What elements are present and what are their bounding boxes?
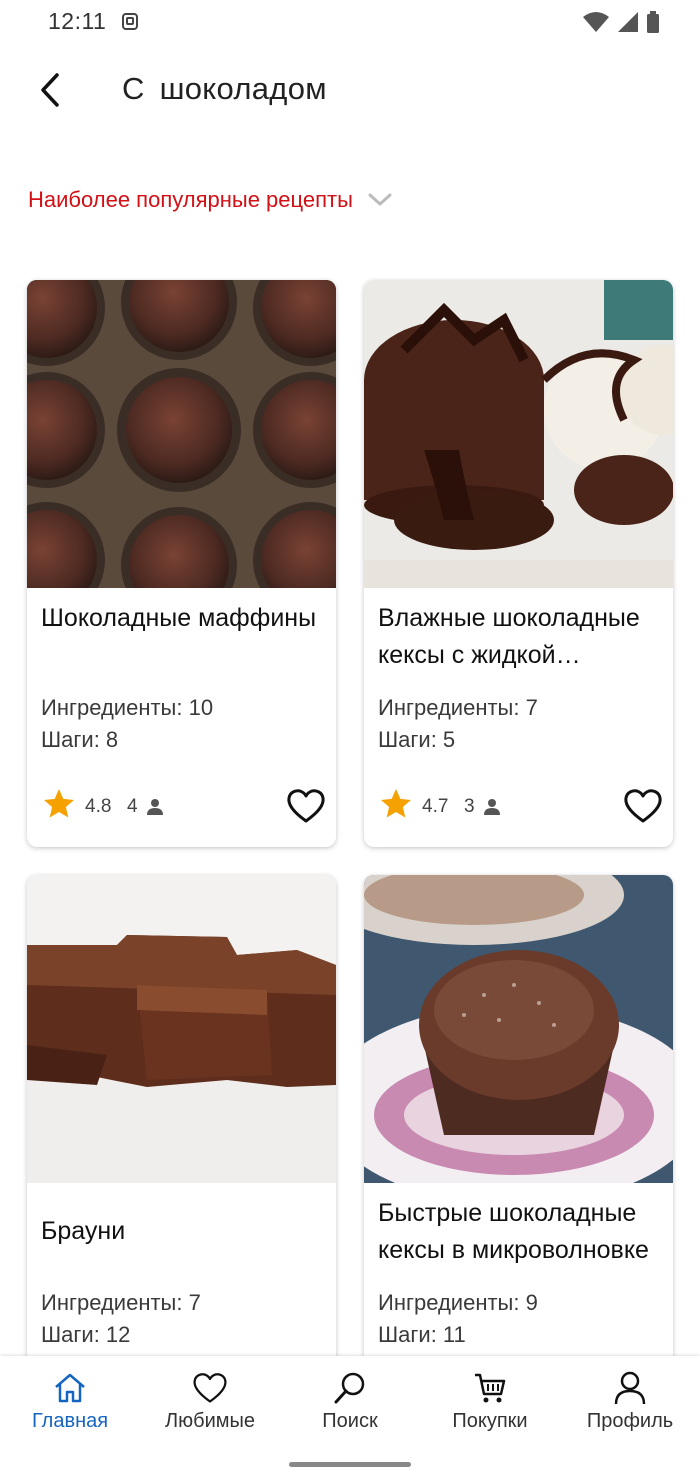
- recipe-steps: Шаги: 11: [378, 1322, 466, 1347]
- search-icon: [334, 1372, 365, 1404]
- rating-row: 4.8 4: [41, 786, 326, 826]
- sim-icon: [122, 13, 138, 30]
- recipe-title: Брауни: [41, 1217, 126, 1245]
- nav-item-favorites[interactable]: Любимые: [140, 1370, 280, 1444]
- recipe-photo: [364, 280, 673, 588]
- star-icon: [381, 789, 411, 818]
- recipe-steps: Шаги: 5: [378, 727, 456, 752]
- nav-item-profile[interactable]: Профиль: [560, 1370, 700, 1444]
- recipe-card[interactable]: Шоколадные маффины Ингредиенты: 10 Шаги:…: [27, 280, 336, 847]
- recipe-title: Быстрые шоколадные кексы в микроволновке: [378, 1199, 649, 1264]
- recipe-ingredients: Ингредиенты: 7: [378, 695, 538, 720]
- recipe-photo: [27, 280, 336, 588]
- profile-icon: [614, 1371, 646, 1405]
- recipe-title: Влажные шоколадные кексы с жидкой начинк…: [378, 604, 640, 669]
- recipe-card[interactable]: Брауни Ингредиенты: 7 Шаги: 12: [27, 875, 336, 1395]
- recipe-ingredients: Ингредиенты: 7: [41, 1290, 201, 1315]
- recipe-photo: [364, 875, 673, 1183]
- recipe-steps: Шаги: 8: [41, 727, 119, 752]
- app-bar: С шоколадом: [0, 44, 700, 134]
- back-button[interactable]: [26, 66, 74, 114]
- home-icon: [55, 1373, 85, 1403]
- status-indicators: [582, 10, 660, 34]
- nav-label: Главная: [31, 1410, 109, 1432]
- home-indicator[interactable]: [289, 1462, 411, 1467]
- nav-label: Поиск: [322, 1410, 378, 1432]
- nav-label: Любимые: [165, 1410, 255, 1432]
- heart-icon: [193, 1373, 227, 1403]
- rating-row: 4.7 3: [378, 786, 663, 826]
- recipe-card[interactable]: Влажные шоколадные кексы с жидкой начинк…: [364, 280, 673, 847]
- recipe-ingredients: Ингредиенты: 10: [41, 695, 214, 720]
- sort-dropdown-label: Наиболее популярные рецепты: [28, 187, 353, 212]
- person-icon: [147, 799, 163, 815]
- rating-value: 4.7: [422, 796, 449, 817]
- recipe-ingredients: Ингредиенты: 9: [378, 1290, 538, 1315]
- page-title: С шоколадом: [122, 71, 327, 106]
- wifi-icon: [583, 12, 609, 32]
- nav-item-home[interactable]: Главная: [0, 1370, 140, 1444]
- heart-outline-icon: [624, 789, 662, 823]
- cart-icon: [475, 1373, 506, 1403]
- rating-value: 4.8: [85, 796, 112, 817]
- nav-item-search[interactable]: Поиск: [280, 1370, 420, 1444]
- votes-count: 4: [127, 796, 138, 817]
- bottom-navigation: Главная Любимые Поиск Покупки Профиль: [0, 1356, 700, 1478]
- person-icon: [484, 799, 500, 815]
- favorite-button[interactable]: [286, 788, 326, 824]
- sort-dropdown[interactable]: Наиболее популярные рецепты: [28, 180, 393, 220]
- favorite-button[interactable]: [623, 788, 663, 824]
- chevron-down-icon: [368, 193, 392, 206]
- votes-count: 3: [464, 796, 475, 817]
- recipe-photo: [27, 875, 336, 1183]
- nav-label: Профиль: [586, 1410, 674, 1432]
- nav-label: Покупки: [452, 1410, 528, 1432]
- status-bar: 12:11: [0, 0, 700, 44]
- nav-item-shopping[interactable]: Покупки: [420, 1370, 560, 1444]
- recipe-title: Шоколадные маффины: [41, 604, 317, 632]
- star-icon: [44, 789, 74, 818]
- battery-icon: [647, 11, 659, 33]
- status-time: 12:11: [48, 8, 107, 34]
- recipe-card[interactable]: Быстрые шоколадные кексы в микроволновке…: [364, 875, 673, 1395]
- heart-outline-icon: [287, 789, 325, 823]
- recipe-steps: Шаги: 12: [41, 1322, 131, 1347]
- arrow-back-icon: [41, 73, 59, 107]
- signal-icon: [618, 12, 638, 32]
